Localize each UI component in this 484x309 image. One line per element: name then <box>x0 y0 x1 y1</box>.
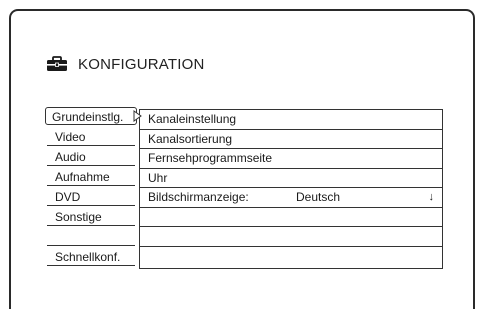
submenu-item-label: Kanaleinstellung <box>148 112 237 126</box>
submenu-item-empty <box>140 208 442 227</box>
submenu-item-label: Bildschirmanzeige: <box>148 190 249 204</box>
submenu-item-label: Kanalsortierung <box>148 131 233 146</box>
menu-item-label: Aufnahme <box>55 170 110 184</box>
menu-item-schnellkonfiguration[interactable]: Schnellkonf. <box>47 248 135 266</box>
submenu-item-label: Uhr <box>148 170 168 185</box>
menu-item-label: Grundeinstlg. <box>52 110 124 124</box>
submenu-item-fernsehprogrammseite[interactable]: Fernsehprogrammseite <box>140 149 442 169</box>
menu-item-audio[interactable]: Audio <box>47 148 135 166</box>
menu-item-label: Video <box>55 130 86 144</box>
menu-item-video[interactable]: Video <box>47 128 135 146</box>
submenu-item-empty <box>140 227 442 247</box>
menu-item-label: DVD <box>55 190 81 204</box>
menu-item-sonstige[interactable]: Sonstige <box>47 208 135 226</box>
submenu-panel: Kanaleinstellung Kanalsortierung Fernseh… <box>139 109 443 269</box>
submenu-item-bildschirmanzeige[interactable]: Bildschirmanzeige: Deutsch ↓ <box>140 188 442 208</box>
submenu-item-uhr[interactable]: Uhr <box>140 169 442 188</box>
menu-item-dvd[interactable]: DVD <box>47 188 135 206</box>
selection-arrow-icon <box>133 110 142 122</box>
menu-item-empty <box>47 228 135 246</box>
menu-item-label: Audio <box>55 150 86 164</box>
submenu-item-empty <box>140 247 442 267</box>
toolbox-icon <box>47 56 67 71</box>
header: KONFIGURATION <box>46 54 205 74</box>
menu-item-label: Sonstige <box>55 210 102 224</box>
language-value: Deutsch <box>296 190 341 204</box>
menu-item-grundeinstellungen[interactable]: Grundeinstlg. <box>45 107 142 125</box>
submenu-item-kanalsortierung[interactable]: Kanalsortierung <box>140 130 442 149</box>
submenu-item-kanaleinstellung[interactable]: Kanaleinstellung <box>140 110 442 130</box>
arrow-down-icon[interactable]: ↓ <box>429 188 435 207</box>
menu-item-label: Schnellkonf. <box>55 250 121 264</box>
submenu-item-label: Fernsehprogrammseite <box>148 151 273 165</box>
page-title: KONFIGURATION <box>78 55 205 73</box>
menu-item-aufnahme[interactable]: Aufnahme <box>47 168 135 186</box>
